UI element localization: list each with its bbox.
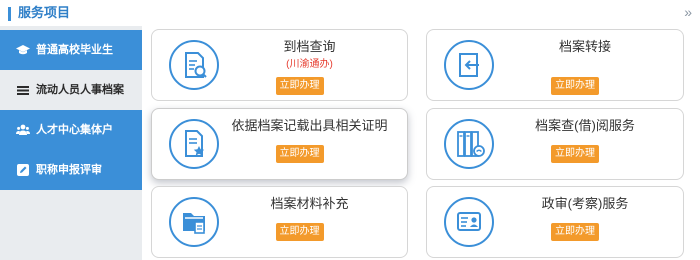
apply-now-button[interactable]: 立即办理: [551, 223, 599, 241]
double-chevron-right-icon[interactable]: »: [684, 4, 692, 20]
service-title: 档案材料补充: [270, 196, 349, 211]
service-card-archive-transfer[interactable]: 档案转接 立即办理: [426, 29, 684, 101]
sidebar-item-collective-household[interactable]: 人才中心集体户: [0, 110, 142, 150]
sidebar-item-label: 人才中心集体户: [36, 124, 113, 136]
section-title: 服务项目: [18, 5, 71, 20]
apply-now-button[interactable]: 立即办理: [275, 223, 324, 241]
service-title: 到档查询: [283, 39, 336, 54]
document-search-icon: [169, 40, 219, 90]
apply-now-button[interactable]: 立即办理: [551, 145, 599, 163]
service-title: 政审(考察)服务: [541, 196, 629, 211]
id-card-icon: [444, 197, 494, 247]
users-icon: [16, 124, 30, 135]
sidebar-item-label: 普通高校毕业生: [36, 44, 113, 56]
service-title: 档案查(借)阅服务: [535, 118, 635, 133]
sidebar-item-label: 流动人员人事档案: [36, 84, 124, 96]
service-title: 档案转接: [558, 39, 611, 54]
service-card-political-review[interactable]: 政审(考察)服务 立即办理: [426, 186, 684, 258]
service-card-archive-query[interactable]: 到档查询 (川渝通办) 立即办理: [151, 29, 408, 101]
sidebar-item-label: 职称申报评审: [36, 164, 102, 176]
folder-add-icon: [169, 197, 219, 247]
certificate-icon: [169, 119, 219, 169]
archive-binders-icon: [444, 119, 494, 169]
sidebar: 普通高校毕业生 流动人员人事档案 人才中心集体户 职称申报评审: [0, 26, 142, 260]
service-title: 依据档案记载出具相关证明: [231, 118, 388, 133]
service-card-certificate[interactable]: 依据档案记载出具相关证明 立即办理: [151, 108, 408, 180]
service-card-material-supplement[interactable]: 档案材料补充 立即办理: [151, 186, 408, 258]
apply-now-button[interactable]: 立即办理: [275, 145, 324, 163]
header-accent-bar: [8, 7, 11, 21]
service-card-archive-borrow[interactable]: 档案查(借)阅服务 立即办理: [426, 108, 684, 180]
list-icon: [17, 86, 29, 95]
graduation-cap-icon: [16, 45, 30, 55]
sidebar-item-graduates[interactable]: 普通高校毕业生: [0, 30, 142, 70]
transfer-icon: [444, 40, 494, 90]
section-header: 服务项目 »: [0, 0, 700, 26]
apply-now-button[interactable]: 立即办理: [275, 77, 324, 95]
apply-now-button[interactable]: 立即办理: [551, 77, 599, 95]
sidebar-item-title-review[interactable]: 职称申报评审: [0, 150, 142, 190]
service-subtitle: (川渝通办): [286, 59, 333, 70]
edit-icon: [17, 164, 29, 176]
sidebar-item-personnel-archives[interactable]: 流动人员人事档案: [0, 70, 142, 110]
